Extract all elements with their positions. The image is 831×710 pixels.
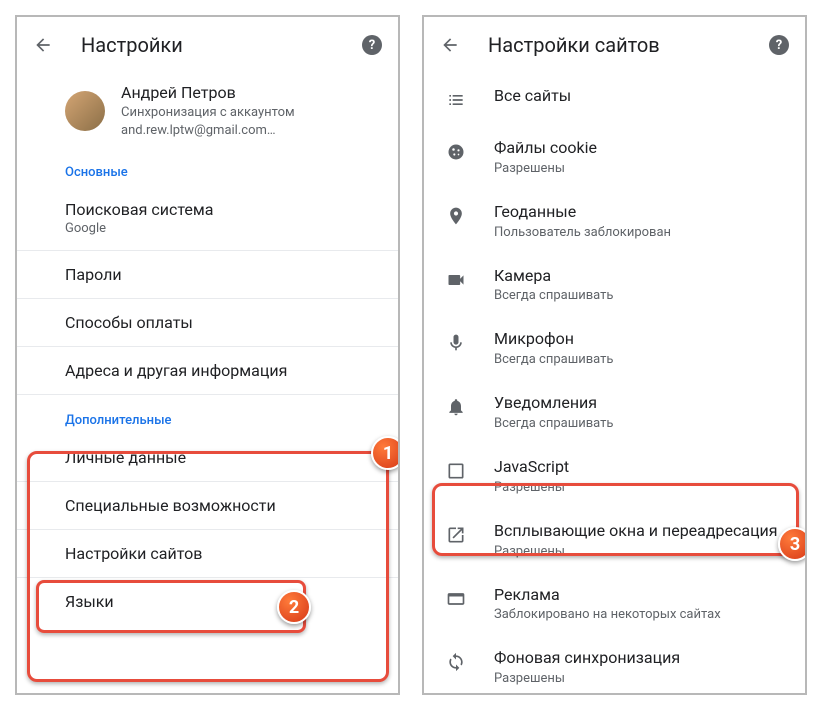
accessibility-row[interactable]: Специальные возможности <box>17 482 398 530</box>
help-icon[interactable]: ? <box>769 35 789 55</box>
javascript-icon <box>444 459 468 483</box>
settings-screen: Настройки ? Андрей Петров Синхронизация … <box>15 15 400 695</box>
row-title: Фоновая синхронизация <box>494 648 789 669</box>
section-main-label: Основные <box>17 153 398 186</box>
row-subtitle: Разрешены <box>494 671 789 686</box>
addresses-row[interactable]: Адреса и другая информация <box>17 347 398 395</box>
row-title: Настройки сайтов <box>65 544 382 563</box>
row-subtitle: Разрешены <box>494 161 789 176</box>
javascript-row[interactable]: JavaScript Разрешены <box>424 444 805 508</box>
privacy-row[interactable]: Личные данные <box>17 434 398 482</box>
row-title: Личные данные <box>65 448 382 467</box>
back-arrow-icon[interactable] <box>440 35 460 55</box>
row-title: Пароли <box>65 265 382 284</box>
account-name: Андрей Петров <box>121 83 382 102</box>
site-settings-screen: Настройки сайтов ? Все сайты Файлы cooki… <box>422 15 807 695</box>
row-title: Микрофон <box>494 329 789 350</box>
popups-row[interactable]: Всплывающие окна и переадресация Разреше… <box>424 508 805 572</box>
all-sites-row[interactable]: Все сайты <box>424 73 805 125</box>
sync-icon <box>444 650 468 674</box>
camera-icon <box>444 268 468 292</box>
ads-row[interactable]: Реклама Заблокировано на некоторых сайта… <box>424 572 805 636</box>
row-subtitle: Всегда спрашивать <box>494 288 789 303</box>
payment-row[interactable]: Способы оплаты <box>17 299 398 347</box>
account-sync-status: Синхронизация с аккаунтом and.rew.lptw@g… <box>121 104 382 139</box>
row-title: Файлы cookie <box>494 138 789 159</box>
page-title: Настройки <box>81 33 362 57</box>
camera-row[interactable]: Камера Всегда спрашивать <box>424 253 805 317</box>
row-title: Адреса и другая информация <box>65 361 382 380</box>
badge-2: 2 <box>277 590 311 624</box>
badge-3: 3 <box>778 527 807 561</box>
location-row[interactable]: Геоданные Пользователь заблокирован <box>424 189 805 253</box>
popup-icon <box>444 523 468 547</box>
site-settings-row[interactable]: Настройки сайтов <box>17 530 398 578</box>
account-text: Андрей Петров Синхронизация с аккаунтом … <box>121 83 382 139</box>
search-engine-row[interactable]: Поисковая система Google <box>17 186 398 251</box>
cookies-row[interactable]: Файлы cookie Разрешены <box>424 125 805 189</box>
row-title: Все сайты <box>494 86 789 107</box>
cookie-icon <box>444 140 468 164</box>
row-title: Поисковая система <box>65 200 382 219</box>
help-icon[interactable]: ? <box>362 35 382 55</box>
row-title: Уведомления <box>494 393 789 414</box>
microphone-icon <box>444 331 468 355</box>
notifications-row[interactable]: Уведомления Всегда спрашивать <box>424 380 805 444</box>
bgsync-row[interactable]: Фоновая синхронизация Разрешены <box>424 635 805 695</box>
row-title: Специальные возможности <box>65 496 382 515</box>
account-row[interactable]: Андрей Петров Синхронизация с аккаунтом … <box>17 73 398 153</box>
page-title: Настройки сайтов <box>488 33 769 57</box>
row-subtitle: Пользователь заблокирован <box>494 225 789 240</box>
list-icon <box>444 88 468 112</box>
header: Настройки ? <box>17 17 398 73</box>
row-title: Реклама <box>494 585 789 606</box>
section-extra-label: Дополнительные <box>17 395 398 434</box>
row-title: Способы оплаты <box>65 313 382 332</box>
avatar <box>65 91 105 131</box>
bell-icon <box>444 395 468 419</box>
ads-icon <box>444 587 468 611</box>
row-title: JavaScript <box>494 457 789 478</box>
row-subtitle: Разрешены <box>494 480 789 495</box>
row-subtitle: Google <box>65 221 382 236</box>
passwords-row[interactable]: Пароли <box>17 251 398 299</box>
row-subtitle: Заблокировано на некоторых сайтах <box>494 607 789 622</box>
row-title: Камера <box>494 266 789 287</box>
row-title: Всплывающие окна и переадресация <box>494 521 789 542</box>
row-subtitle: Всегда спрашивать <box>494 416 789 431</box>
row-title: Языки <box>65 592 382 611</box>
languages-row[interactable]: Языки <box>17 578 398 625</box>
location-icon <box>444 204 468 228</box>
back-arrow-icon[interactable] <box>33 35 53 55</box>
microphone-row[interactable]: Микрофон Всегда спрашивать <box>424 316 805 380</box>
row-subtitle: Разрешены <box>494 544 789 559</box>
row-title: Геоданные <box>494 202 789 223</box>
header: Настройки сайтов ? <box>424 17 805 73</box>
row-subtitle: Всегда спрашивать <box>494 352 789 367</box>
badge-1: 1 <box>371 436 400 470</box>
